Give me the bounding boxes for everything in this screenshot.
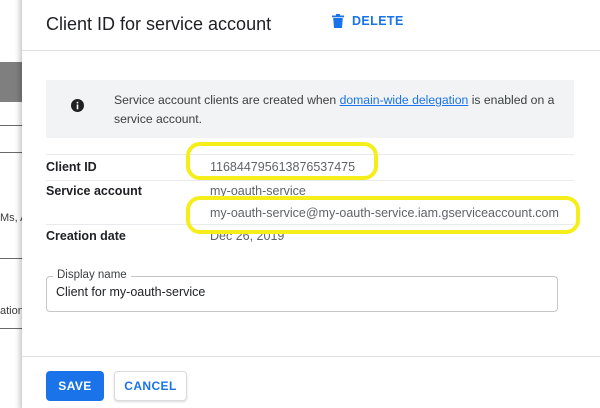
client-id-label: Client ID xyxy=(46,160,97,174)
service-account-name: my-oauth-service xyxy=(210,184,306,198)
row-divider xyxy=(46,154,574,155)
row-divider xyxy=(46,224,574,225)
service-account-email: my-oauth-service@my-oauth-service.iam.gs… xyxy=(210,206,559,220)
display-name-field[interactable]: Display name xyxy=(46,269,558,312)
display-name-input[interactable] xyxy=(56,285,536,299)
background-divider xyxy=(0,125,22,126)
service-account-label: Service account xyxy=(46,184,142,198)
creation-date-label: Creation date xyxy=(46,229,126,243)
delete-label: DELETE xyxy=(352,14,404,28)
domain-wide-delegation-link[interactable]: domain-wide delegation xyxy=(340,93,469,107)
screen: Ms, A ation Client ID for service accoun… xyxy=(0,0,600,408)
cancel-button[interactable]: CANCEL xyxy=(114,371,187,401)
background-divider xyxy=(0,328,22,329)
creation-date-value: Dec 26, 2019 xyxy=(210,229,285,243)
info-banner: Service account clients are created when… xyxy=(46,80,574,138)
display-name-label: Display name xyxy=(53,269,131,281)
trash-icon xyxy=(332,14,344,28)
background-toolbar-band xyxy=(0,62,22,102)
row-divider xyxy=(46,180,574,181)
client-id-dialog: Client ID for service account DELETE Ser… xyxy=(22,0,600,408)
background-divider xyxy=(0,258,22,259)
background-divider xyxy=(0,152,22,153)
info-text: Service account clients are created when… xyxy=(114,91,564,129)
delete-button[interactable]: DELETE xyxy=(332,14,404,28)
dialog-header: Client ID for service account DELETE xyxy=(22,0,600,51)
background-table-header: ation xyxy=(0,305,24,317)
info-text-before: Service account clients are created when xyxy=(114,93,340,107)
save-button[interactable]: SAVE xyxy=(46,371,104,401)
client-id-value: 116844795613876537475 xyxy=(210,160,356,174)
dialog-title: Client ID for service account xyxy=(46,14,272,34)
info-icon xyxy=(71,99,84,117)
footer-divider xyxy=(22,356,600,357)
